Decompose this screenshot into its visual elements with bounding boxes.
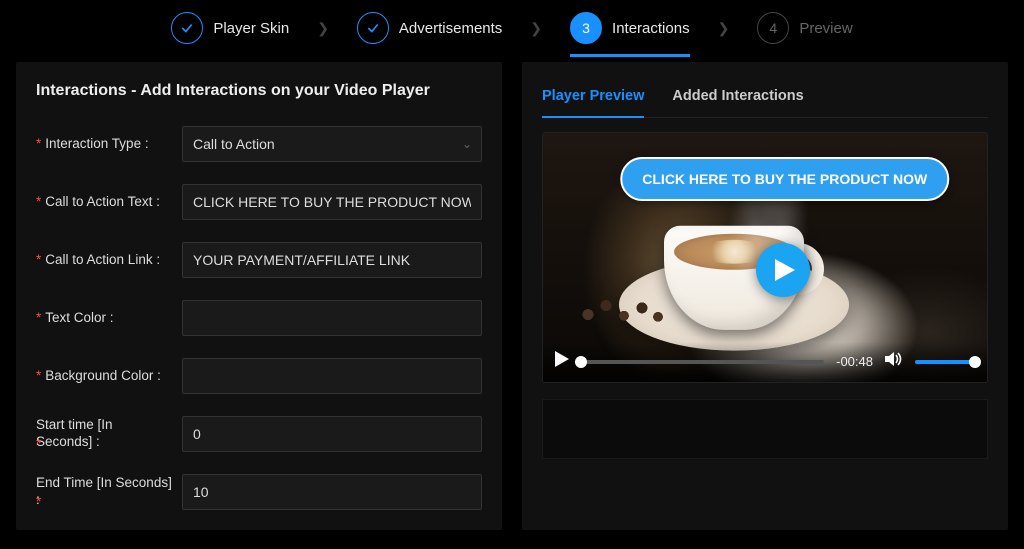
cta-text-label: *Call to Action Text [36,194,172,211]
play-icon [555,351,569,367]
chevron-right-icon: ❯ [530,20,542,37]
progress-thumb[interactable] [575,356,587,368]
volume-icon[interactable] [885,351,903,372]
end-time-label: *End Time [In Seconds] [36,475,172,509]
wizard-stepper: Player Skin ❯ Advertisements ❯ 3 Interac… [0,0,1024,62]
chevron-right-icon: ❯ [718,20,730,37]
start-time-label: *Start time [In Seconds] [36,417,172,451]
cta-overlay-button[interactable]: CLICK HERE TO BUY THE PRODUCT NOW [620,157,949,201]
play-button[interactable] [756,243,810,297]
step-player-skin[interactable]: Player Skin [171,12,289,44]
interaction-type-label: *Interaction Type [36,136,172,153]
step-label: Advertisements [399,20,502,37]
panel-title: Interactions - Add Interactions on your … [36,82,482,100]
step-preview[interactable]: 4 Preview [757,12,852,44]
progress-bar[interactable] [581,360,824,364]
time-remaining: -00:48 [836,354,873,369]
added-interactions-area [542,399,988,459]
video-preview: CLICK HERE TO BUY THE PRODUCT NOW -00:48 [542,132,988,383]
step-number: 4 [757,12,789,44]
preview-tabs: Player Preview Added Interactions [542,82,988,118]
chevron-right-icon: ❯ [317,20,329,37]
cta-link-label: *Call to Action Link [36,252,172,269]
play-icon [775,259,795,281]
interactions-form-panel: Interactions - Add Interactions on your … [16,62,502,530]
text-color-label: *Text Color [36,310,172,327]
step-label: Interactions [612,20,690,37]
step-label: Player Skin [213,20,289,37]
check-icon [357,12,389,44]
step-label: Preview [799,20,852,37]
bg-color-label: *Background Color [36,368,172,385]
check-icon [171,12,203,44]
step-number: 3 [570,12,602,44]
interaction-type-select[interactable] [182,126,482,162]
tab-player-preview[interactable]: Player Preview [542,82,644,118]
cta-link-input[interactable] [182,242,482,278]
volume-thumb[interactable] [969,356,981,368]
start-time-input[interactable] [182,416,482,452]
step-interactions[interactable]: 3 Interactions [570,12,690,57]
text-color-input[interactable] [182,300,482,336]
end-time-input[interactable] [182,474,482,510]
volume-slider[interactable] [915,360,975,364]
preview-panel: Player Preview Added Interactions CLICK … [522,62,1008,530]
step-advertisements[interactable]: Advertisements [357,12,502,44]
play-pause-button[interactable] [555,351,569,372]
bg-color-input[interactable] [182,358,482,394]
cta-text-input[interactable] [182,184,482,220]
tab-added-interactions[interactable]: Added Interactions [672,82,803,117]
video-controls: -00:48 [543,342,987,382]
